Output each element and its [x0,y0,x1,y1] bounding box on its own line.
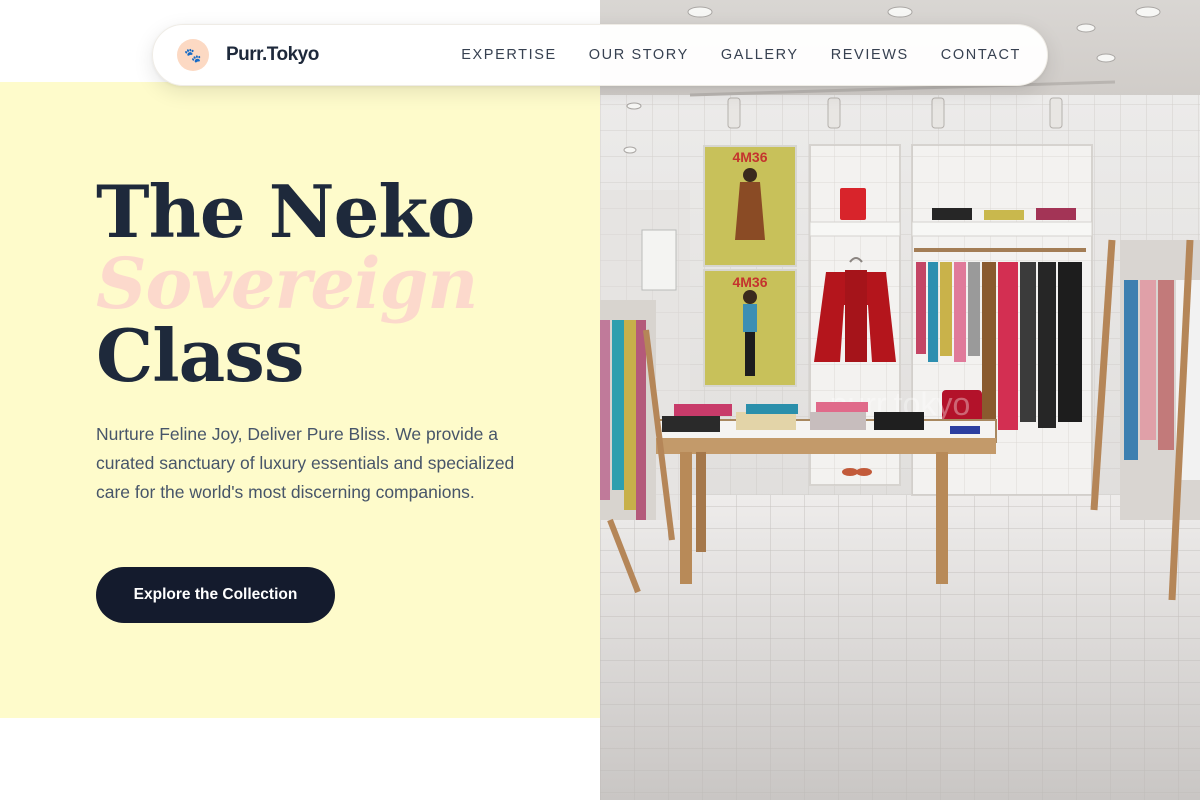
nav-link-our-story[interactable]: OUR STORY [589,47,689,63]
explore-collection-button[interactable]: Explore the Collection [96,567,335,623]
nav-link-reviews[interactable]: REVIEWS [831,47,909,63]
poster-text-top: 4M36 [732,149,767,165]
nav-links: EXPERTISE OUR STORY GALLERY REVIEWS CONT… [461,47,1021,63]
nav-link-gallery[interactable]: GALLERY [721,47,799,63]
paw-icon: 🐾 [177,39,209,71]
nav-link-expertise[interactable]: EXPERTISE [461,47,557,63]
poster-text-bottom: 4M36 [732,274,767,290]
hero-description: Nurture Feline Joy, Deliver Pure Bliss. … [96,424,515,502]
top-navbar: 🐾 Purr.Tokyo EXPERTISE OUR STORY GALLERY… [152,24,1048,86]
hero-title-line-2: Sovereign [96,242,478,325]
hero-title-line-3: Class [96,313,304,398]
brand-logo[interactable]: 🐾 Purr.Tokyo [177,39,319,71]
store-interior-photo: 4M36 4M36 purr.tokyo [600,0,1200,800]
brand-name: Purr.Tokyo [226,44,319,65]
nav-link-contact[interactable]: CONTACT [941,47,1021,63]
hero-title-line-1: The Neko [96,169,475,254]
hero-title: The Neko Sovereign Class [96,176,576,392]
